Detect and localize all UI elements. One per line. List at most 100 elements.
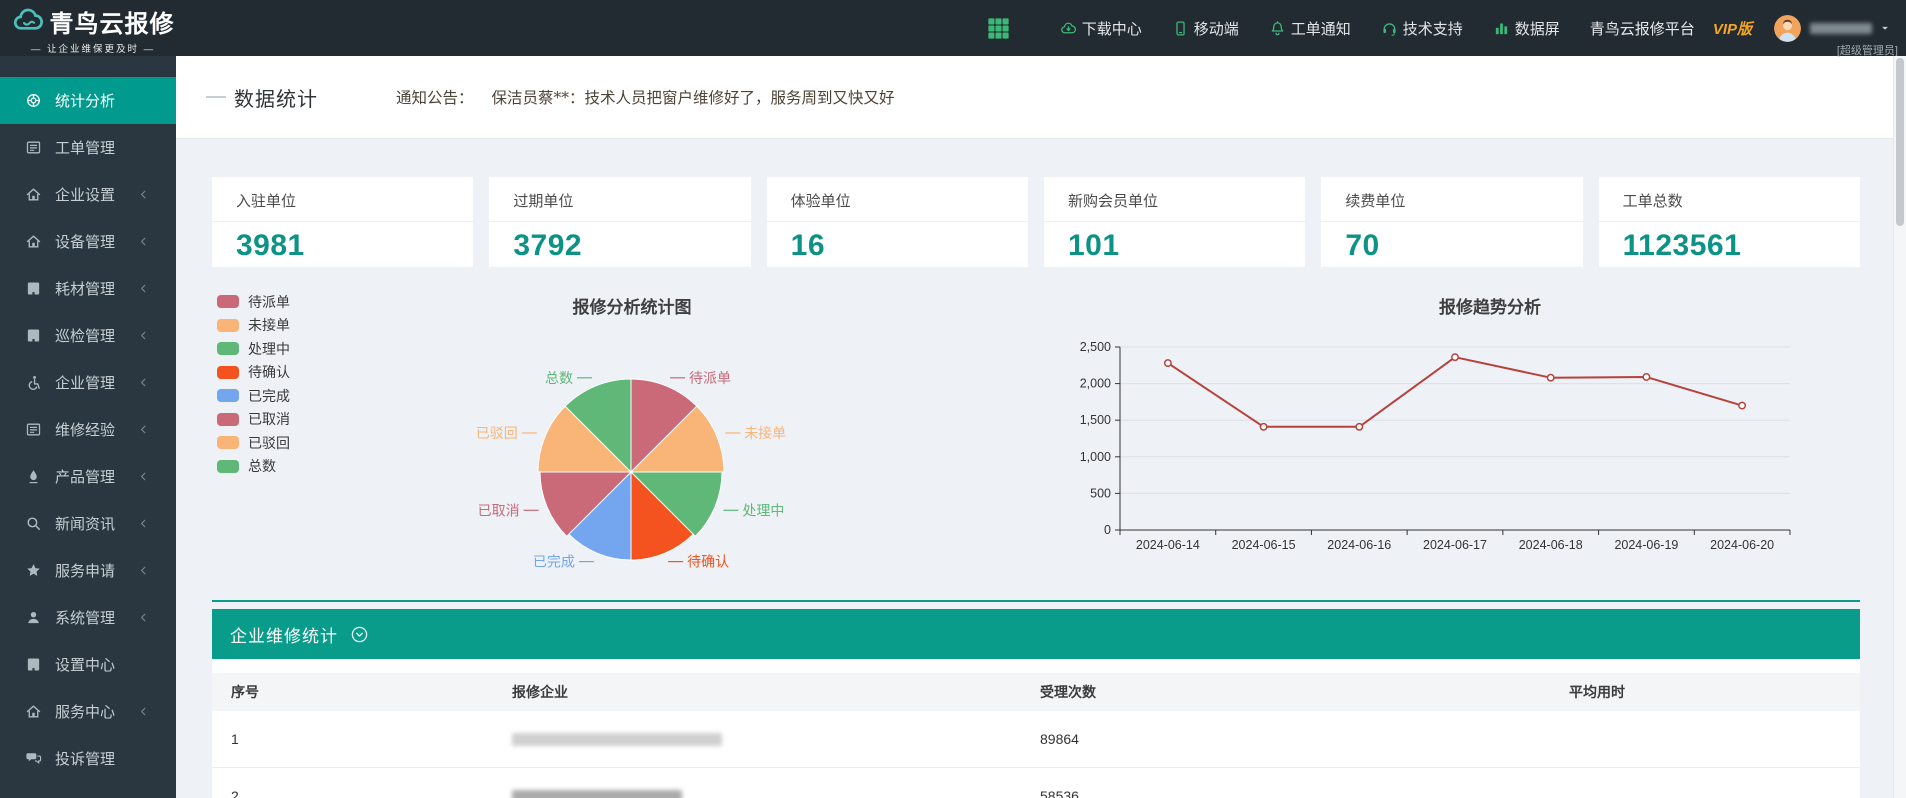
sidebar-item-statistics-analysis[interactable]: 统计分析 — [0, 77, 176, 124]
nav-download-center[interactable]: 下载中心 — [1060, 18, 1142, 39]
sidebar-item-complaint-management[interactable]: 投诉管理 — [0, 735, 176, 782]
data-point[interactable] — [1643, 374, 1649, 380]
legend-item[interactable]: 待派单 — [217, 290, 290, 314]
top-nav: 下载中心移动端工单通知技术支持数据屏 青鸟云报修平台 VIP版 — [985, 15, 1906, 42]
table-row[interactable]: 258536 — [212, 768, 1860, 798]
stat-card-value: 3792 — [489, 222, 750, 263]
pie-label: 已取消 — [478, 502, 520, 518]
sidebar-item-maintenance-experience[interactable]: 维修经验 — [0, 406, 176, 453]
data-point[interactable] — [1260, 424, 1266, 430]
pie-chart-title: 报修分析统计图 — [432, 293, 832, 318]
app-window: 青鸟云报修 — 让企业维保更及时 — 下载中心移动端工单通知技术支持数据屏 青鸟… — [0, 0, 1906, 798]
data-point[interactable] — [1356, 424, 1362, 430]
page-header: 数据统计 通知公告：保洁员蔡**：技术人员把窗户维修好了，服务周到又快又好 — [176, 56, 1906, 139]
legend-swatch — [217, 460, 239, 473]
pie-label: 未接单 — [744, 425, 786, 441]
y-tick-label: 500 — [1090, 486, 1111, 500]
chevron-left-icon — [137, 329, 150, 342]
vip-badge: VIP版 — [1713, 18, 1752, 39]
nav-work-order-notice[interactable]: 工单通知 — [1269, 18, 1351, 39]
apps-grid-icon[interactable] — [985, 15, 1012, 42]
app-title: 青鸟云报修 — [50, 4, 175, 39]
data-point[interactable] — [1165, 360, 1171, 366]
x-tick-label: 2024-06-19 — [1614, 538, 1678, 552]
legend-item[interactable]: 未接单 — [217, 314, 290, 338]
nav-data-screen-label: 数据屏 — [1515, 18, 1560, 39]
home-icon — [25, 186, 42, 203]
stat-card-label: 工单总数 — [1599, 190, 1860, 211]
pie-label: 处理中 — [742, 502, 784, 518]
nav-download-center-label: 下载中心 — [1082, 18, 1142, 39]
collapse-chevron-icon[interactable] — [350, 625, 369, 644]
chevron-left-icon — [137, 188, 150, 201]
sidebar-item-consumables-management[interactable]: 耗材管理 — [0, 265, 176, 312]
sidebar-item-enterprise-settings[interactable]: 企业设置 — [0, 171, 176, 218]
sidebar-item-equipment-management[interactable]: 设备管理 — [0, 218, 176, 265]
legend-swatch — [217, 413, 239, 426]
sidebar-item-label: 服务申请 — [55, 560, 115, 581]
sidebar-item-system-management[interactable]: 系统管理 — [0, 594, 176, 641]
table-column-header: 受理次数 — [1021, 682, 1550, 702]
notice-banner: 通知公告：保洁员蔡**：技术人员把窗户维修好了，服务周到又快又好 — [396, 86, 895, 108]
data-point[interactable] — [1739, 402, 1745, 408]
title-dash — [206, 96, 226, 98]
sidebar-item-label: 投诉管理 — [55, 748, 115, 769]
accessibility-icon — [25, 374, 42, 391]
page-title: 数据统计 — [234, 83, 318, 112]
username-redacted[interactable] — [1810, 23, 1872, 34]
repo-icon — [25, 656, 42, 673]
nav-mobile-client[interactable]: 移动端 — [1172, 18, 1239, 39]
sidebar-item-settings-center[interactable]: 设置中心 — [0, 641, 176, 688]
stat-card-label: 新购会员单位 — [1044, 190, 1305, 211]
sidebar-item-service-center[interactable]: 服务中心 — [0, 688, 176, 735]
mobile-icon — [1172, 20, 1189, 37]
sidebar-item-product-management[interactable]: 产品管理 — [0, 453, 176, 500]
list-icon — [25, 421, 42, 438]
legend-item[interactable]: 已取消 — [217, 408, 290, 432]
avatar[interactable] — [1774, 15, 1801, 42]
sidebar: 统计分析工单管理企业设置设备管理耗材管理巡检管理企业管理维修经验产品管理新闻资讯… — [0, 56, 176, 798]
sidebar-item-service-application[interactable]: 服务申请 — [0, 547, 176, 594]
sidebar-item-work-order-management[interactable]: 工单管理 — [0, 124, 176, 171]
sidebar-item-enterprise-management[interactable]: 企业管理 — [0, 359, 176, 406]
data-point[interactable] — [1452, 354, 1458, 360]
sidebar-item-news-information[interactable]: 新闻资讯 — [0, 500, 176, 547]
app-tagline: — 让企业维保更及时 — — [31, 41, 155, 55]
cell-index: 2 — [212, 788, 493, 798]
stat-card-2: 体验单位16 — [767, 177, 1028, 267]
data-point[interactable] — [1548, 375, 1554, 381]
nav-tech-support[interactable]: 技术支持 — [1381, 18, 1463, 39]
sidebar-item-inspection-management[interactable]: 巡检管理 — [0, 312, 176, 359]
sidebar-item-label: 巡检管理 — [55, 325, 115, 346]
legend-item[interactable]: 处理中 — [217, 337, 290, 361]
vertical-scrollbar[interactable] — [1893, 56, 1906, 798]
chevron-left-icon — [137, 235, 150, 248]
legend-swatch — [217, 436, 239, 449]
caret-down-icon[interactable] — [1878, 21, 1892, 35]
user-role-label: [超级管理员] — [1837, 42, 1898, 58]
company-name-redacted — [512, 790, 682, 798]
stat-cards: 入驻单位3981过期单位3792体验单位16新购会员单位101续费单位70工单总… — [212, 177, 1860, 267]
nav-data-screen[interactable]: 数据屏 — [1493, 18, 1560, 39]
repair-stats-table: 序号报修企业受理次数平均用时 189864258536 — [212, 659, 1860, 798]
legend-item[interactable]: 待确认 — [217, 361, 290, 385]
stat-card-label: 过期单位 — [489, 190, 750, 211]
drop-icon — [25, 468, 42, 485]
stat-card-1: 过期单位 3792 — [489, 177, 750, 267]
main-content: 数据统计 通知公告：保洁员蔡**：技术人员把窗户维修好了，服务周到又快又好 入驻… — [176, 56, 1906, 798]
legend-item[interactable]: 总数 — [217, 455, 290, 479]
table-row[interactable]: 189864 — [212, 711, 1860, 768]
pie-label: 待派单 — [689, 370, 731, 386]
cloud-logo-icon — [12, 5, 44, 37]
chevron-left-icon — [137, 705, 150, 718]
nav-work-order-notice-label: 工单通知 — [1291, 18, 1351, 39]
notice-text: 保洁员蔡**：技术人员把窗户维修好了，服务周到又快又好 — [492, 89, 895, 107]
top-bar: 青鸟云报修 — 让企业维保更及时 — 下载中心移动端工单通知技术支持数据屏 青鸟… — [0, 0, 1906, 56]
sidebar-item-label: 产品管理 — [55, 466, 115, 487]
sidebar-item-label: 企业管理 — [55, 372, 115, 393]
sidebar-item-label: 设备管理 — [55, 231, 115, 252]
legend-item[interactable]: 已完成 — [217, 384, 290, 408]
scrollbar-thumb[interactable] — [1896, 58, 1904, 226]
legend-item[interactable]: 已驳回 — [217, 431, 290, 455]
legend-label: 待派单 — [248, 292, 290, 312]
